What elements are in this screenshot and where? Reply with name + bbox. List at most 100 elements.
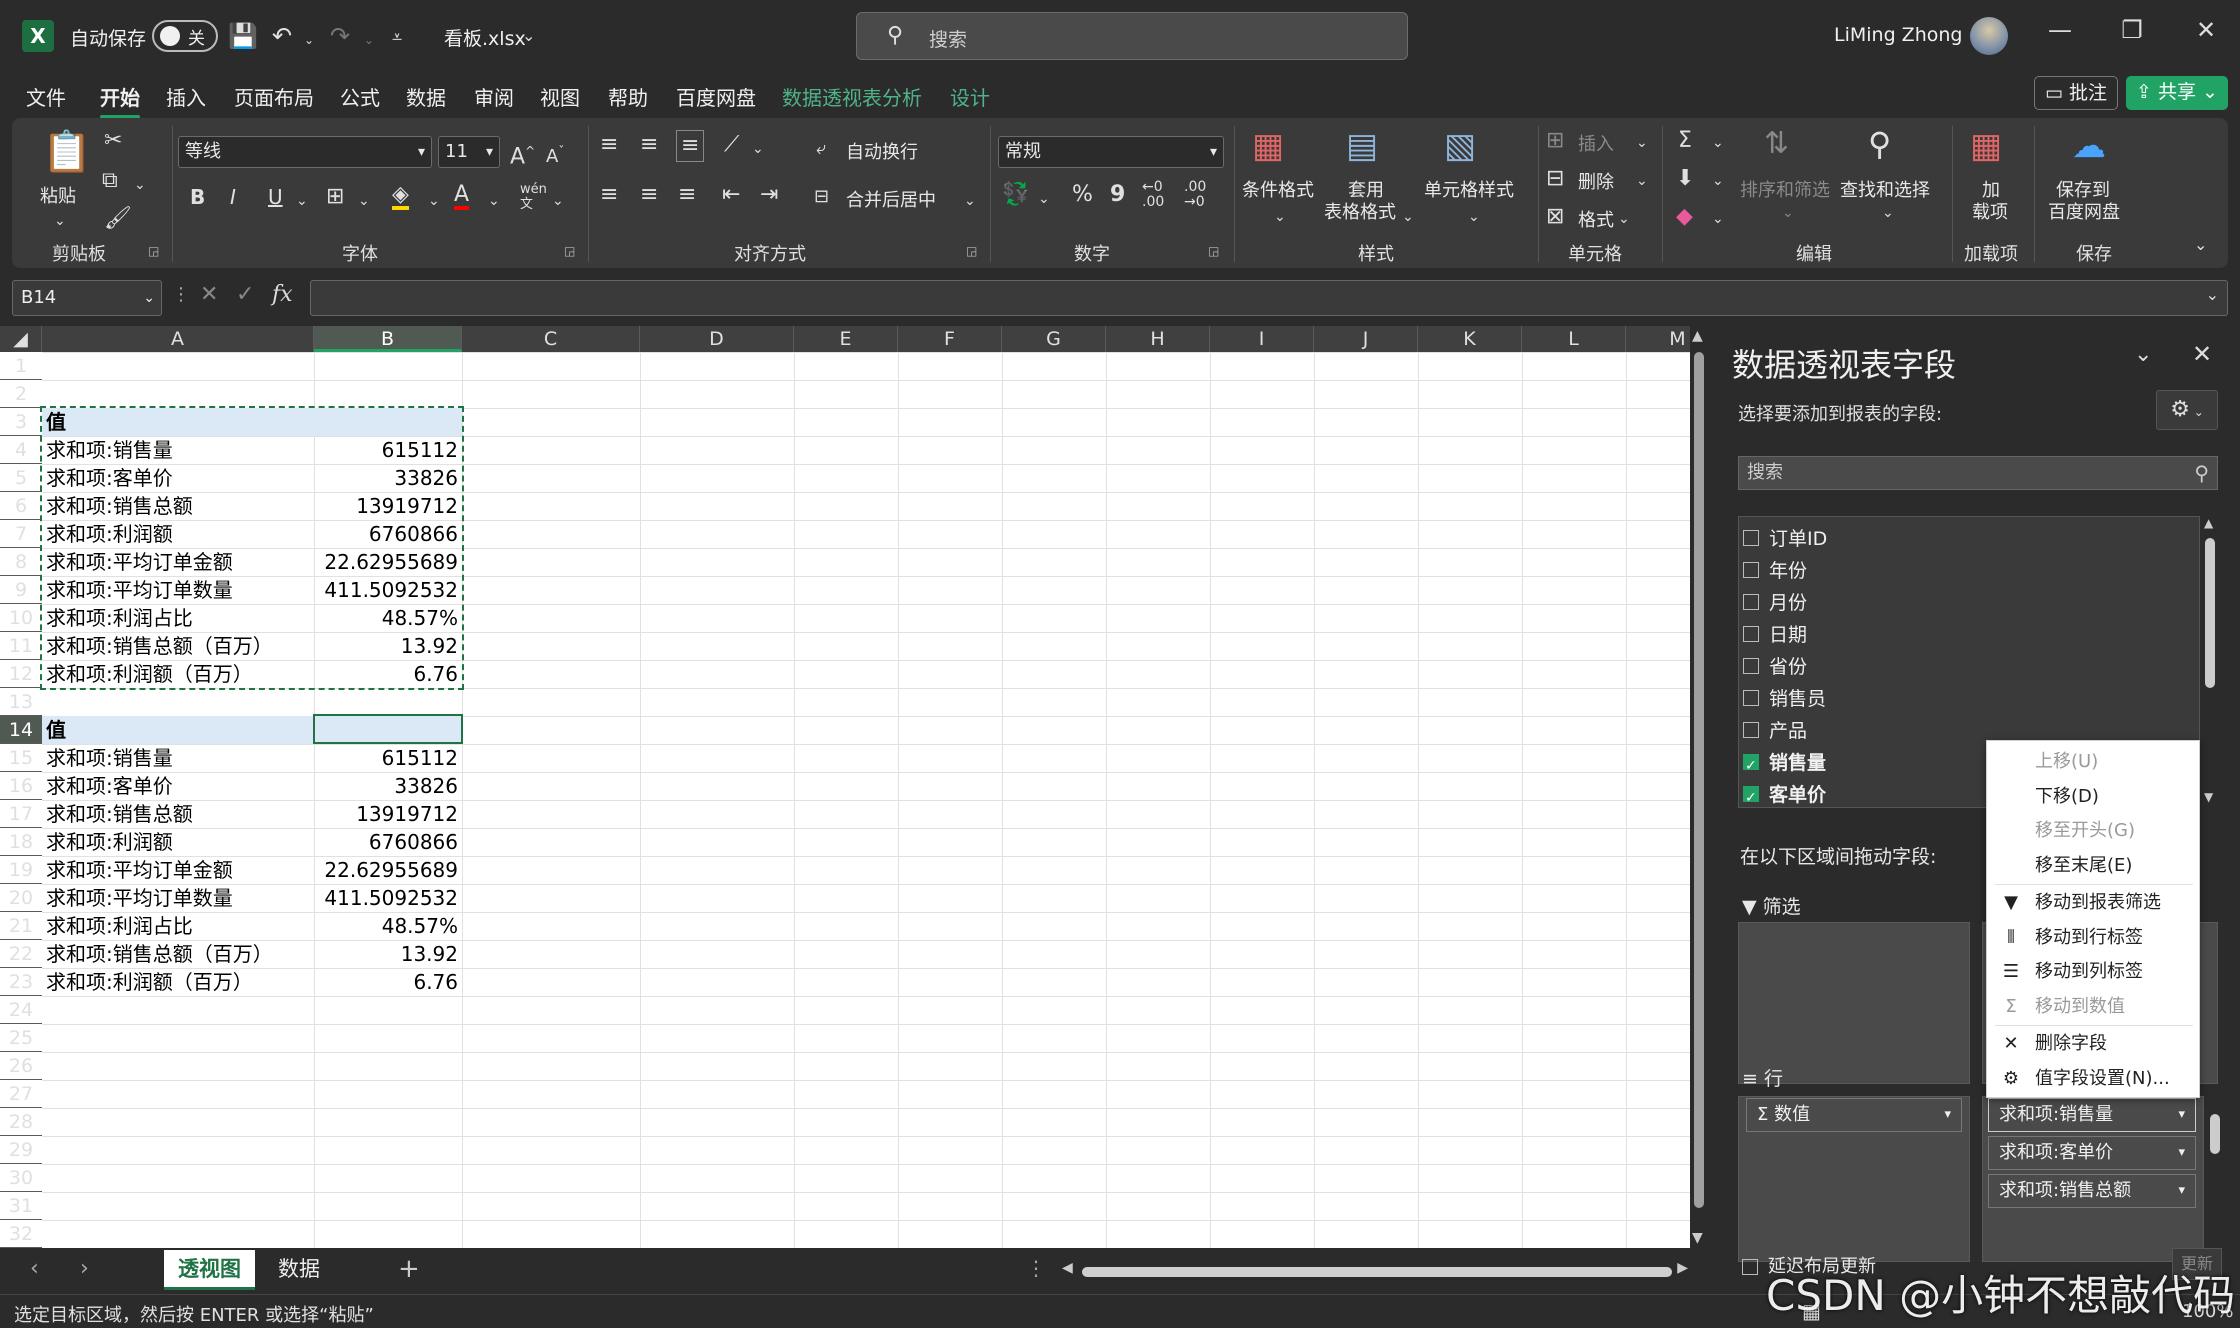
column-header[interactable]: B <box>314 326 462 352</box>
column-header[interactable]: M <box>1626 326 1690 352</box>
field-item[interactable]: 月份 <box>1743 587 1807 619</box>
cut-icon[interactable]: ✂ <box>104 126 122 156</box>
scroll-down-icon[interactable]: ▼ <box>1692 1230 1703 1246</box>
pivot-row-value[interactable]: 6760866 <box>314 828 462 856</box>
font-launcher-icon[interactable]: ◲ <box>564 244 575 258</box>
filename-chevron-icon[interactable]: ⌄ <box>522 20 535 52</box>
checkbox[interactable] <box>1743 657 1759 674</box>
scroll-thumb[interactable] <box>1694 352 1704 1208</box>
insert-cells-button[interactable]: 插入 <box>1578 130 1614 156</box>
value-chip-unit-price[interactable]: 求和项:客单价 ▾ <box>1988 1136 2196 1170</box>
delete-cells-button[interactable]: 删除 <box>1578 168 1614 194</box>
field-item[interactable]: 产品 <box>1743 715 1807 747</box>
redo-dropdown-icon[interactable]: ⌄ <box>364 24 374 56</box>
percent-button[interactable]: % <box>1072 180 1093 210</box>
context-menu-item[interactable]: ☰ 移动到列标签 <box>1987 955 2199 989</box>
row-header[interactable]: 24 <box>0 996 42 1024</box>
row-header[interactable]: 15 <box>0 744 42 772</box>
column-header[interactable]: H <box>1106 326 1210 352</box>
column-header[interactable]: L <box>1522 326 1626 352</box>
menu-help[interactable]: 帮助 <box>608 82 648 111</box>
clear-icon[interactable]: ◆ <box>1676 202 1693 232</box>
pivot-row-label[interactable]: 求和项:平均订单数量 <box>42 884 314 912</box>
menu-home[interactable]: 开始 <box>100 82 140 119</box>
tab-prev-icon[interactable]: ‹ <box>30 1256 39 1281</box>
fill-dropdown-icon[interactable]: ⌄ <box>428 186 440 216</box>
close-pane-icon[interactable]: ✕ <box>2192 340 2212 368</box>
underline-button[interactable]: U <box>268 182 283 212</box>
fill-dropdown-icon[interactable]: ⌄ <box>1712 166 1724 196</box>
format-dropdown-icon[interactable]: ⌄ <box>1618 204 1630 234</box>
expand-formula-icon[interactable]: ⌄ <box>2206 285 2219 304</box>
autosum-icon[interactable]: Σ <box>1678 126 1692 156</box>
checkbox[interactable] <box>1743 529 1759 546</box>
row-header[interactable]: 28 <box>0 1108 42 1136</box>
tab-data-sheet[interactable]: 数据 <box>264 1250 334 1290</box>
autosum-dropdown-icon[interactable]: ⌄ <box>1712 128 1724 158</box>
pivot-row-value[interactable]: 411.5092532 <box>314 884 462 912</box>
delete-dropdown-icon[interactable]: ⌄ <box>1636 166 1648 196</box>
context-menu-item[interactable]: ⫴ 移动到行标签 <box>1987 921 2199 955</box>
restore-icon[interactable]: ❐ <box>2112 16 2152 44</box>
avatar[interactable] <box>1970 17 2008 55</box>
row-header[interactable]: 17 <box>0 800 42 828</box>
context-menu-item[interactable]: ▼ 移动到报表筛选 <box>1987 886 2199 920</box>
row-header[interactable]: 7 <box>0 520 42 548</box>
cell-grid[interactable]: 值 求和项:销售量 615112 求和项:客单价 33826 求和项:销售总额 13919… <box>40 352 1690 1248</box>
pivot-row-label[interactable]: 求和项:平均订单金额 <box>42 856 314 884</box>
cell-styles-dropdown-icon[interactable]: ⌄ <box>1468 202 1480 232</box>
row-header[interactable]: 3 <box>0 408 42 436</box>
add-sheet-icon[interactable]: + <box>398 1254 420 1284</box>
row-header[interactable]: 13 <box>0 688 42 716</box>
paste-dropdown-icon[interactable]: ⌄ <box>54 206 66 236</box>
row-header[interactable]: 27 <box>0 1080 42 1108</box>
field-item[interactable]: 订单ID <box>1743 523 1827 555</box>
column-header[interactable]: G <box>1002 326 1106 352</box>
row-header[interactable]: 23 <box>0 968 42 996</box>
insert-dropdown-icon[interactable]: ⌄ <box>1636 128 1648 158</box>
column-header[interactable]: F <box>898 326 1002 352</box>
menu-baidu[interactable]: 百度网盘 <box>676 82 756 111</box>
field-item[interactable]: 省份 <box>1743 651 1807 683</box>
increase-decimal-icon[interactable]: ←0.00 <box>1142 180 1164 210</box>
checkbox[interactable] <box>1743 561 1759 578</box>
row-header[interactable]: 2 <box>0 380 42 408</box>
font-size-combo[interactable]: 11 ▾ <box>438 136 500 168</box>
menu-view[interactable]: 视图 <box>540 82 580 111</box>
conditional-dropdown-icon[interactable]: ⌄ <box>1274 202 1286 232</box>
minimize-icon[interactable]: — <box>2040 16 2080 44</box>
save-baidu-line2[interactable]: 百度网盘 <box>2048 198 2120 224</box>
pivot-row-value[interactable]: 13.92 <box>314 940 462 968</box>
phonetic-icon[interactable]: wén 文 <box>520 182 547 212</box>
menu-review[interactable]: 审阅 <box>474 82 514 111</box>
clipboard-launcher-icon[interactable]: ◲ <box>148 244 159 258</box>
file-name[interactable]: 看板.xlsx <box>444 24 526 51</box>
paste-button[interactable]: 粘贴 <box>40 182 76 208</box>
pivot-row-value[interactable]: 33826 <box>314 772 462 800</box>
fill-color-icon[interactable]: ◈ <box>392 180 409 210</box>
pivot-row-value[interactable]: 13919712 <box>314 800 462 828</box>
cell-styles-button[interactable]: 单元格样式 <box>1424 176 1514 202</box>
row-header[interactable]: 32 <box>0 1220 42 1248</box>
align-right-icon[interactable]: ≡ <box>678 180 696 210</box>
wrap-text-button[interactable]: 自动换行 <box>846 138 918 164</box>
number-launcher-icon[interactable]: ◲ <box>1208 244 1219 258</box>
merge-dropdown-icon[interactable]: ⌄ <box>964 186 976 216</box>
pivot2-header[interactable]: 值 <box>42 716 314 744</box>
font-name-combo[interactable]: 等线 ▾ <box>178 136 432 168</box>
decrease-indent-icon[interactable]: ⇤ <box>722 180 740 210</box>
row-header[interactable]: 4 <box>0 436 42 464</box>
underline-dropdown-icon[interactable]: ⌄ <box>296 186 308 216</box>
horizontal-scrollbar[interactable]: ◀ ▶ <box>1062 1260 1688 1280</box>
context-menu-item[interactable]: 上移(U) <box>1987 745 2199 779</box>
bold-button[interactable]: B <box>190 182 205 212</box>
conditional-format-button[interactable]: 条件格式 <box>1242 176 1314 202</box>
row-header[interactable]: 8 <box>0 548 42 576</box>
font-color-dropdown-icon[interactable]: ⌄ <box>488 186 500 216</box>
border-icon[interactable]: ⊞ <box>326 182 344 212</box>
scroll-thumb[interactable] <box>2210 1114 2220 1154</box>
pivot-row-value[interactable]: 22.62955689 <box>314 856 462 884</box>
row-header[interactable]: 9 <box>0 576 42 604</box>
menu-page-layout[interactable]: 页面布局 <box>234 82 314 111</box>
sort-dropdown-icon[interactable]: ⌄ <box>1782 198 1794 228</box>
